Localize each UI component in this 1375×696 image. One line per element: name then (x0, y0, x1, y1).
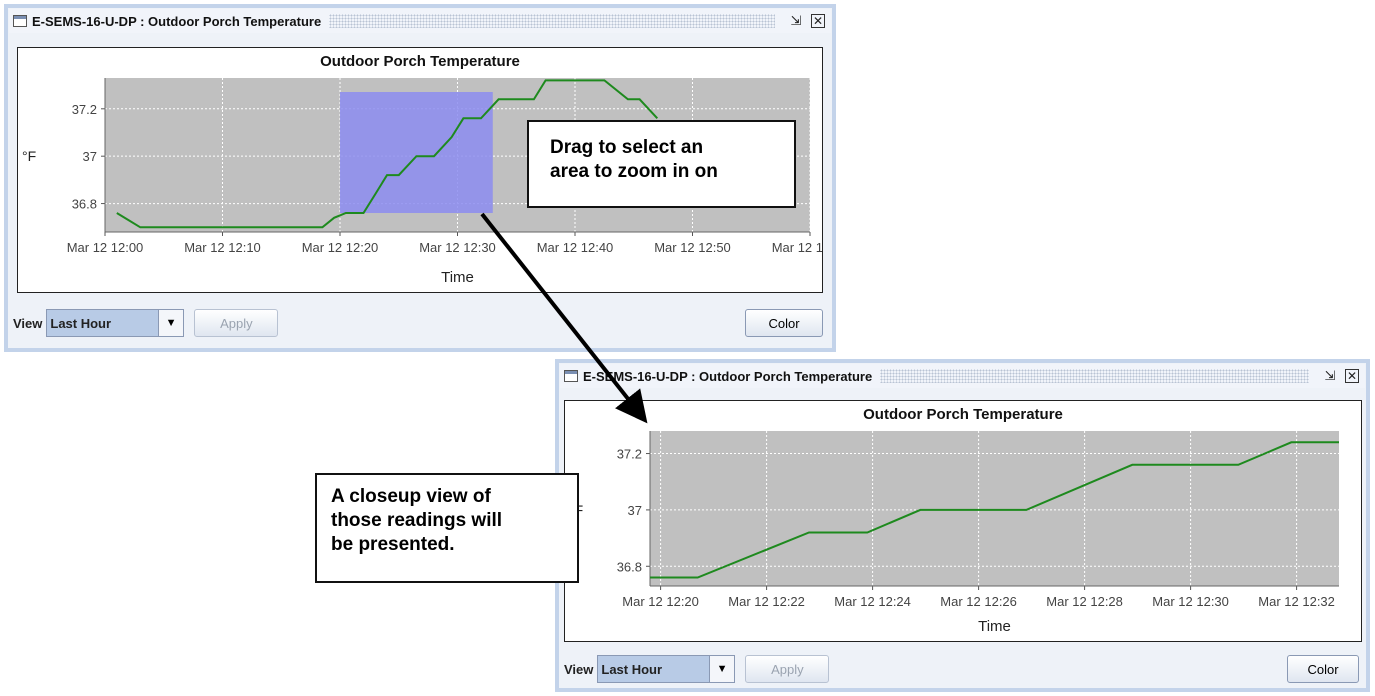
pointer-arrow (480, 212, 648, 424)
